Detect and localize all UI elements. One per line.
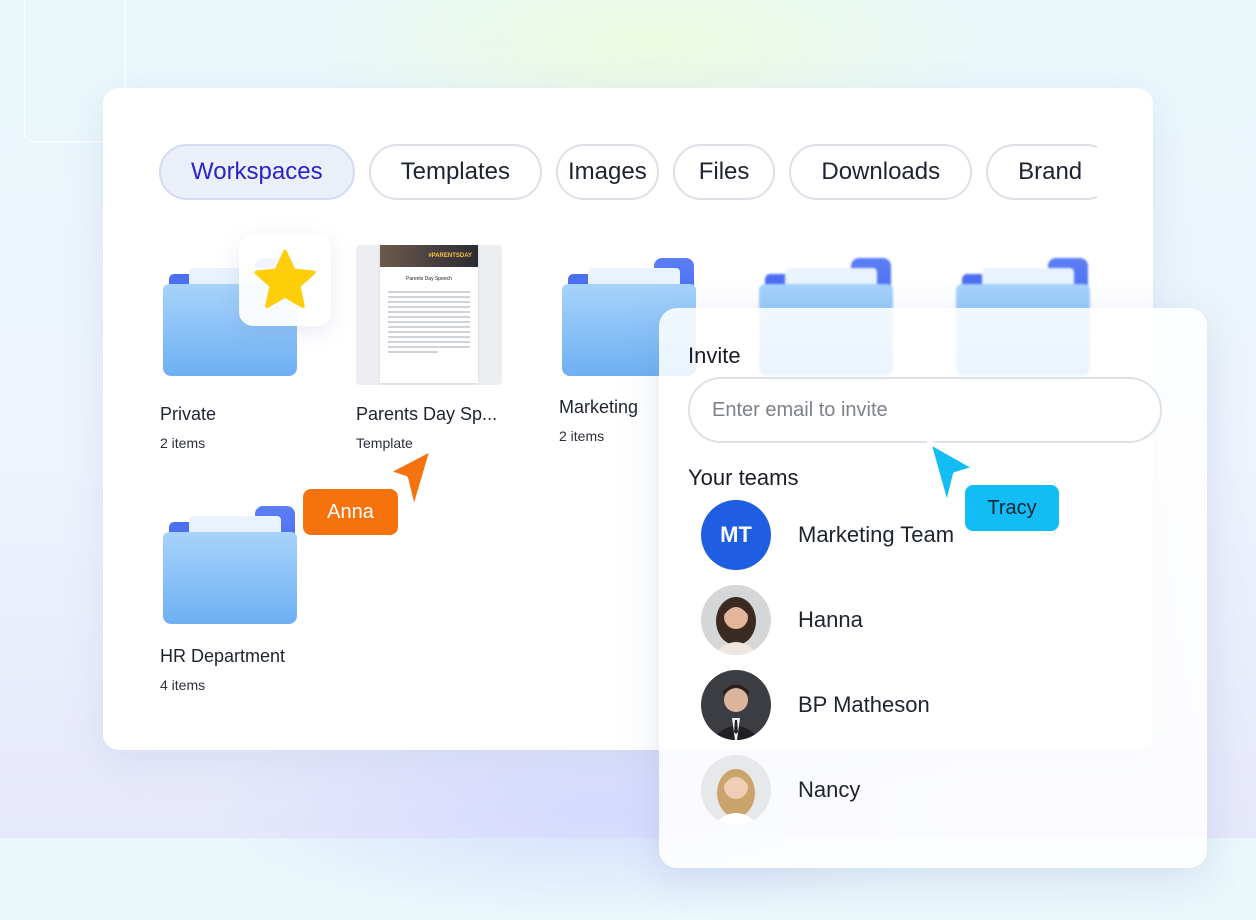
team-item-nancy[interactable]: Nancy <box>701 754 860 826</box>
tab-files[interactable]: Files <box>672 144 776 200</box>
item-count: 4 items <box>160 677 206 693</box>
item-name: Private <box>160 404 217 424</box>
item-name: Marketing <box>559 397 639 417</box>
collaborator-tag-anna: Anna <box>303 489 398 535</box>
workspace-item-hr-department[interactable]: HR Department 4 items <box>160 646 285 693</box>
favorite-badge[interactable] <box>239 234 331 326</box>
category-tabs: Workspaces Templates Images Files Downlo… <box>159 144 1097 204</box>
item-count: 2 items <box>559 428 605 444</box>
workspace-item-private[interactable]: Private 2 items <box>160 404 216 451</box>
invite-title: Invite <box>688 343 741 368</box>
workspace-item-parents-day[interactable]: Parents Day Sp... Template <box>356 404 497 451</box>
doc-banner: #PARENTSDAY <box>380 245 478 267</box>
team-name: Nancy <box>798 777 861 802</box>
avatar <box>701 585 771 655</box>
team-name: Hanna <box>798 607 863 632</box>
invite-panel: Invite Your teams MT Marketing Team Hann… <box>659 308 1207 868</box>
avatar <box>701 755 771 825</box>
doc-title: Parents Day Speech <box>406 276 452 282</box>
tab-workspaces[interactable]: Workspaces <box>159 144 355 200</box>
team-name: Marketing Team <box>798 522 955 547</box>
document-thumbnail[interactable]: #PARENTSDAY Parents Day Speech <box>356 245 502 385</box>
team-name: BP Matheson <box>798 692 930 717</box>
collaborator-tag-tracy: Tracy <box>965 485 1059 531</box>
team-item-marketing-team[interactable]: MT Marketing Team <box>701 499 954 571</box>
tab-downloads[interactable]: Downloads <box>789 144 973 200</box>
team-item-bp-matheson[interactable]: BP Matheson <box>701 669 930 741</box>
email-invite-input[interactable] <box>688 377 1162 443</box>
item-count: 2 items <box>160 435 206 451</box>
workspace-item-marketing[interactable]: Marketing 2 items <box>559 397 638 444</box>
tab-images[interactable]: Images <box>556 144 659 200</box>
folder-icon[interactable] <box>163 506 297 624</box>
avatar <box>701 670 771 740</box>
item-name: Parents Day Sp... <box>356 404 498 424</box>
item-name: HR Department <box>160 646 286 666</box>
team-item-hanna[interactable]: Hanna <box>701 584 863 656</box>
tab-templates[interactable]: Templates <box>368 144 542 200</box>
your-teams-label: Your teams <box>688 465 799 490</box>
tab-brand[interactable]: Brand <box>986 144 1097 200</box>
avatar: MT <box>701 500 771 570</box>
star-icon <box>254 250 316 308</box>
